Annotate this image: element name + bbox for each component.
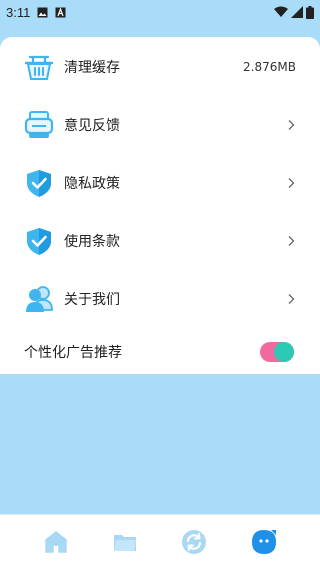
signal-icon: [291, 6, 303, 18]
folder-icon[interactable]: [112, 529, 138, 555]
chevron-right-icon: [288, 120, 295, 130]
settings-card: 清理缓存 2.876MB 意见反馈 隐私政策 使用条款 关于我们 个性化广告推荐: [0, 37, 320, 374]
basket-icon: [24, 55, 54, 80]
battery-icon: [306, 5, 314, 19]
chevron-right-icon: [288, 236, 295, 246]
status-right: [274, 5, 314, 19]
status-time: 3:11: [6, 4, 31, 20]
status-bar: 3:11: [0, 0, 320, 24]
a-badge-icon: [55, 6, 66, 17]
toggle-knob: [274, 342, 294, 362]
settings-row-terms-of-use[interactable]: 使用条款: [0, 212, 320, 270]
image-icon: [37, 7, 48, 17]
printer-icon: [24, 111, 54, 138]
sync-icon[interactable]: [181, 529, 207, 555]
settings-row-about-us[interactable]: 关于我们: [0, 270, 320, 328]
home-icon[interactable]: [43, 529, 69, 555]
settings-row-label: 隐私政策: [64, 176, 120, 192]
personalized-ads-toggle[interactable]: [260, 342, 294, 362]
bottom-nav: [0, 514, 320, 568]
wifi-icon: [274, 6, 288, 17]
status-left: 3:11: [6, 5, 66, 20]
settings-row-feedback[interactable]: 意见反馈: [0, 96, 320, 154]
settings-row-privacy-policy[interactable]: 隐私政策: [0, 154, 320, 212]
chevron-right-icon: [288, 294, 295, 304]
personalized-ads-label: 个性化广告推荐: [24, 345, 122, 361]
settings-row-label: 使用条款: [64, 234, 120, 250]
users-icon: [26, 286, 53, 312]
settings-row-label: 意见反馈: [64, 118, 120, 134]
profile-icon[interactable]: [251, 529, 277, 555]
cache-size-value: 2.876MB: [243, 60, 296, 74]
settings-row-clear-cache[interactable]: 清理缓存 2.876MB: [0, 38, 320, 96]
chevron-right-icon: [288, 178, 295, 188]
settings-row-personalized-ads: 个性化广告推荐: [0, 323, 320, 381]
screen: 3:11 清理缓存 2.876MB 意见反馈 隐私政策 使用条款 关于我们 个性…: [0, 0, 320, 568]
settings-row-label: 关于我们: [64, 292, 120, 308]
shield-check-icon: [27, 170, 51, 197]
settings-row-label: 清理缓存: [64, 60, 120, 76]
shield-check-icon: [27, 228, 51, 255]
